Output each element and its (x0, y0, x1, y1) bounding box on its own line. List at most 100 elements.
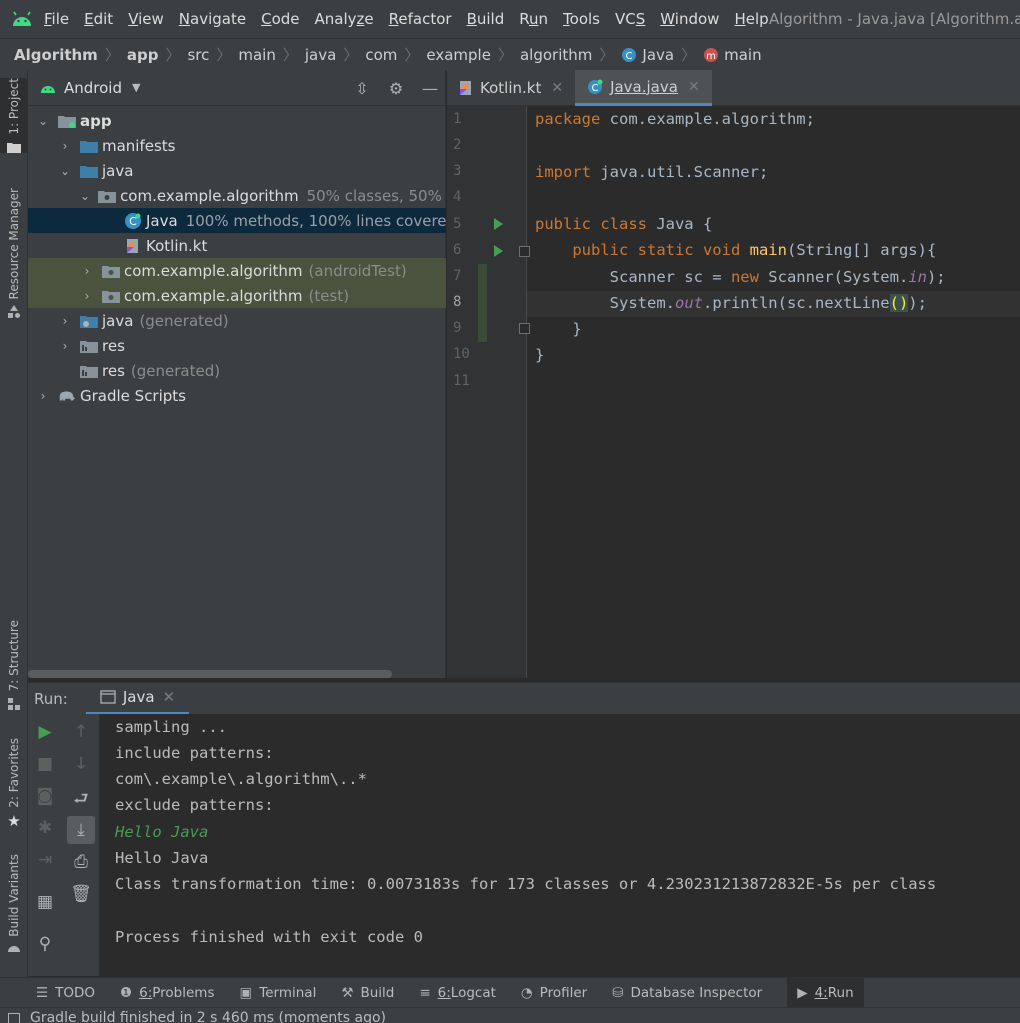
breadcrumb-project[interactable]: Algorithm (14, 46, 98, 64)
breadcrumb-java[interactable]: java (305, 46, 336, 64)
gear-icon[interactable]: ⚙ (387, 79, 405, 98)
breadcrumb-class-label: Java (642, 45, 675, 64)
pin-icon[interactable]: ⚲ (28, 934, 62, 954)
print-icon[interactable]: ⎙ (64, 852, 98, 872)
tool-button-logcat[interactable]: ≡ 6: Logcat (419, 978, 496, 1008)
rerun-icon[interactable]: ▶ (28, 722, 62, 742)
chevron-right-icon[interactable]: › (58, 314, 72, 328)
shapes-icon (8, 305, 20, 319)
line-number: 8 (453, 294, 462, 310)
chevron-right-icon[interactable]: › (80, 264, 94, 278)
menu-run[interactable]: Run (519, 10, 548, 28)
tree-node-res-generated[interactable]: res (generated) (28, 358, 446, 383)
tool-button-build[interactable]: ⚒ Build (341, 978, 394, 1008)
tab-kotlin-kt[interactable]: Kotlin.kt ✕ (447, 70, 575, 106)
camera-icon[interactable]: ◙ (28, 786, 62, 806)
tool-button-terminal[interactable]: ▣ Terminal (240, 978, 317, 1008)
collapse-all-icon[interactable]: ⇳ (353, 79, 371, 98)
breadcrumb-class[interactable]: C Java (621, 46, 674, 64)
menu-refactor[interactable]: Refactor (389, 10, 452, 28)
tree-node-package-test[interactable]: › com.example.algorithm (test) (28, 283, 446, 308)
soft-wrap-icon[interactable]: ⮐ (64, 786, 98, 815)
arrow-down-icon[interactable]: ↓ (64, 754, 98, 774)
tool-tab-favorites[interactable]: 2: Favorites ★ (0, 738, 28, 830)
tree-node-java-generated[interactable]: › java (generated) (28, 308, 446, 333)
trash-icon[interactable]: 🗑 (64, 884, 98, 904)
breadcrumb-main[interactable]: main (238, 46, 275, 64)
coverage-marker[interactable] (478, 264, 487, 342)
tree-node-java[interactable]: ⌄ java (28, 158, 446, 183)
menu-analyze[interactable]: Analyze (315, 10, 374, 28)
tree-node-label: Kotlin.kt (146, 236, 208, 255)
run-gutter-icon[interactable] (494, 245, 503, 257)
square-icon[interactable] (8, 1012, 20, 1023)
method-icon: m (704, 47, 719, 62)
tool-button-database-inspector[interactable]: ⛁ Database Inspector (612, 978, 762, 1008)
status-message[interactable]: Gradle build finished in 2 s 460 ms (mom… (30, 1008, 386, 1023)
menu-tools[interactable]: Tools (563, 10, 600, 28)
tool-button-problems[interactable]: ❶ 6: Problems (120, 978, 214, 1008)
run-console[interactable]: sampling ... include patterns: com\.exam… (100, 714, 1020, 976)
menu-navigate[interactable]: Navigate (179, 10, 246, 28)
exit-icon[interactable]: ⇥ (28, 850, 62, 870)
generated-label: (generated) (130, 361, 221, 380)
menu-code[interactable]: Code (261, 10, 299, 28)
tree-node-res[interactable]: › res (28, 333, 446, 358)
minimize-icon[interactable]: — (421, 79, 439, 98)
breadcrumb-method[interactable]: m main (703, 46, 762, 64)
breadcrumb-src[interactable]: src (187, 46, 209, 64)
close-icon[interactable]: ✕ (163, 688, 176, 706)
breadcrumb-com[interactable]: com (365, 46, 397, 64)
close-icon[interactable]: ✕ (688, 79, 700, 95)
scroll-to-end-icon[interactable]: ⤓ (67, 816, 95, 844)
chevron-down-icon[interactable]: ⌄ (58, 164, 72, 178)
tool-button-profiler[interactable]: ◔ Profiler (521, 978, 587, 1008)
breadcrumb-algorithm[interactable]: algorithm (520, 46, 592, 64)
tool-tab-structure[interactable]: 7: Structure (0, 620, 28, 711)
tree-node-package-android-test[interactable]: › com.example.algorithm (androidTest) (28, 258, 446, 283)
tree-node-label: com.example.algorithm (124, 261, 303, 280)
bug-icon[interactable]: ✱ (28, 818, 62, 838)
chevron-right-icon[interactable]: › (36, 389, 50, 403)
tab-java-java[interactable]: C Java.java ✕ (575, 70, 712, 106)
chevron-right-icon[interactable]: › (58, 139, 72, 153)
chevron-down-icon[interactable]: ▼ (132, 81, 140, 94)
stop-icon[interactable]: ■ (28, 754, 62, 774)
tool-button-todo[interactable]: ☰ TODO (36, 978, 95, 1008)
chevron-right-icon[interactable]: › (58, 339, 72, 353)
fold-marker-icon[interactable] (519, 246, 530, 257)
breadcrumb-example[interactable]: example (426, 46, 491, 64)
close-icon[interactable]: ✕ (551, 80, 563, 96)
tree-node-label: manifests (102, 136, 176, 155)
chevron-down-icon[interactable]: ⌄ (36, 114, 50, 128)
horizontal-scrollbar[interactable] (28, 670, 392, 678)
code-editor[interactable]: 1 2 3 4 5 6 7 8 9 10 11 package com.exam… (447, 106, 1020, 678)
layout-icon[interactable]: ▦ (28, 892, 62, 912)
tree-node-gradle-scripts[interactable]: › Gradle Scripts (28, 383, 446, 408)
menu-view[interactable]: View (128, 10, 164, 28)
tree-node-package[interactable]: ⌄ com.example.algorithm 50% classes, 50%… (28, 183, 546, 208)
tool-tab-project[interactable]: 1: Project (0, 78, 28, 153)
run-tab-java[interactable]: Java ✕ (85, 683, 190, 715)
chevron-right-icon[interactable]: › (80, 289, 94, 303)
tree-node-java-class[interactable]: C Java 100% methods, 100% lines covered (28, 208, 456, 233)
tree-node-kotlin-file[interactable]: Kotlin.kt (28, 233, 446, 258)
run-gutter-icon[interactable] (494, 218, 503, 230)
tool-tab-build-variants[interactable]: Build Variants (0, 854, 28, 953)
arrow-up-icon[interactable]: ↑ (64, 722, 98, 742)
menu-file[interactable]: File (44, 10, 69, 28)
project-view-selector[interactable]: Android (64, 79, 122, 97)
menu-vcs[interactable]: VCS (615, 10, 645, 28)
chevron-down-icon[interactable]: ⌄ (80, 189, 90, 203)
menu-edit[interactable]: Edit (84, 10, 113, 28)
menu-help[interactable]: Help (734, 10, 768, 28)
tool-tab-resource-manager[interactable]: Resource Manager (0, 188, 28, 319)
tree-node-manifests[interactable]: › manifests (28, 133, 446, 158)
fold-marker-icon[interactable] (519, 323, 530, 334)
tool-button-run[interactable]: ▶ 4: Run (787, 977, 864, 1008)
tree-node-app[interactable]: ⌄ app (28, 108, 446, 133)
menu-build[interactable]: Build (467, 10, 505, 28)
breadcrumb-module[interactable]: app (127, 46, 159, 64)
menu-window[interactable]: Window (660, 10, 719, 28)
tab-label: Java.java (610, 77, 678, 96)
